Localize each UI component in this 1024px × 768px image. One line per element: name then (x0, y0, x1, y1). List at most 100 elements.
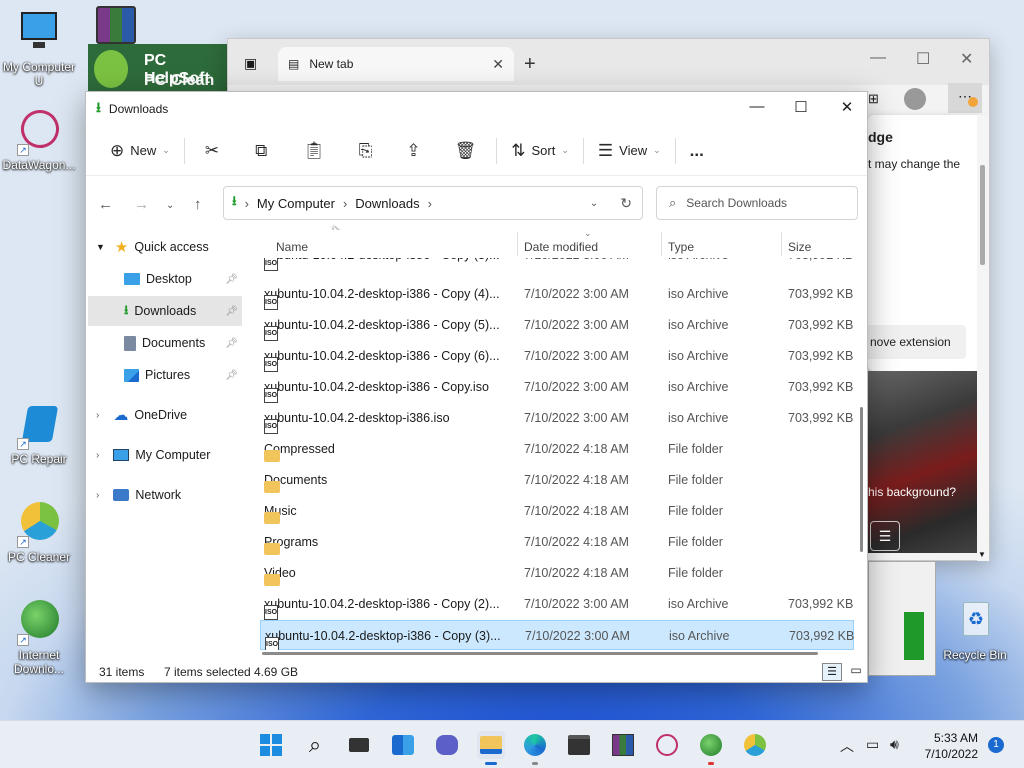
winrar-icon[interactable] (96, 6, 136, 44)
volume-icon[interactable]: 🔊︎ (890, 736, 899, 753)
view-button[interactable]: ☰ View ⌄ (592, 135, 667, 167)
command-bar: ⊕ New ⌄ ✂ ⧉ 📋︎ ⎘ ⇪ 🗑︎ ⇅ Sort ⌄ ☰ View ⌄ ... (86, 126, 867, 176)
desktop-icon-datawagon[interactable]: ↗ DataWagon... (0, 104, 78, 172)
internet-download-taskbar-icon[interactable] (697, 731, 725, 765)
file-row[interactable]: ISO xubuntu-10.04.2-desktop-i386.iso 7/10/… (260, 403, 854, 434)
folder-icon (264, 450, 280, 462)
back-arrow-icon[interactable]: ← (98, 196, 113, 213)
nav-pictures[interactable]: Pictures 📌︎ (88, 360, 242, 390)
delete-button[interactable]: 🗑︎ (449, 135, 483, 167)
menu-icon[interactable]: ☰ (870, 521, 900, 551)
scroll-down-icon[interactable]: ▼ (978, 550, 986, 559)
edge-scrollbar[interactable]: ▼ (977, 115, 989, 561)
file-row[interactable]: ISO xubuntu-10.04.2-desktop-i386 - Copy.i… (260, 372, 854, 403)
file-row[interactable]: Documents 7/10/2022 4:18 AM File folder (260, 465, 854, 495)
collections-icon[interactable]: ⊞ (868, 91, 879, 107)
copy-button[interactable]: ⧉ (249, 135, 273, 167)
refresh-icon[interactable]: ↻ (620, 195, 632, 212)
clock[interactable]: 5:33 AM 7/10/2022 (912, 730, 978, 762)
new-tab-button[interactable]: + (524, 53, 536, 76)
nav-quick-access[interactable]: ▼ ★ Quick access (88, 232, 242, 262)
display-icon[interactable]: ▭ (866, 736, 879, 753)
column-header-date[interactable]: Date modified (524, 240, 598, 254)
widgets-icon[interactable] (389, 731, 417, 759)
horizontal-scrollbar[interactable] (262, 652, 818, 655)
chevron-right-icon[interactable]: › (96, 490, 99, 501)
rename-button[interactable]: ⎘ (353, 135, 379, 167)
file-row[interactable]: ISOxubuntu-10.04.2-desktop-i386 - Copy (… (260, 341, 854, 372)
nav-desktop[interactable]: Desktop 📌︎ (88, 264, 242, 294)
more-options-button[interactable]: ... (684, 135, 710, 167)
desktop-icon-my-computer[interactable]: My Computer U (0, 10, 78, 88)
show-hidden-icons-chevron-icon[interactable]: ︿ (840, 736, 854, 756)
column-header-size[interactable]: Size (788, 240, 811, 254)
maximize-icon[interactable]: ☐ (916, 49, 930, 69)
nav-my-computer[interactable]: › My Computer (88, 440, 242, 470)
teams-chat-icon[interactable] (433, 731, 461, 759)
minimize-icon[interactable]: — (870, 49, 886, 67)
maximize-icon[interactable]: ☐ (778, 98, 824, 116)
vertical-scrollbar[interactable] (856, 232, 866, 652)
share-button[interactable]: ⇪ (400, 135, 426, 167)
sort-button[interactable]: ⇅ Sort ⌄ (505, 135, 575, 167)
file-explorer-taskbar-icon[interactable] (477, 731, 505, 765)
file-row[interactable]: Music 7/10/2022 4:18 AM File folder (260, 496, 854, 526)
desktop-icon-pc-cleaner[interactable]: ↗ PC Cleaner (0, 500, 78, 564)
start-button[interactable] (257, 731, 285, 759)
edge-browser-icon[interactable] (521, 731, 549, 765)
column-header-name[interactable]: Name (276, 240, 308, 254)
close-icon[interactable]: ✕ (960, 49, 973, 69)
search-box[interactable]: ⌕ Search Downloads (656, 186, 858, 220)
column-header-type[interactable]: Type (668, 240, 694, 254)
nav-network[interactable]: › Network (88, 480, 242, 510)
file-row[interactable]: ISOxubuntu-10.04.2-desktop-i386 - Copy (… (260, 589, 854, 620)
cut-button[interactable]: ✂ (199, 135, 225, 167)
file-row[interactable]: ISOxubuntu-10.04.2-desktop-i386 - Copy (… (260, 310, 854, 341)
breadcrumb-my-computer[interactable]: My Computer (257, 196, 335, 211)
file-row[interactable]: Programs 7/10/2022 4:18 AM File folder (260, 527, 854, 557)
close-tab-icon[interactable]: ✕ (492, 56, 504, 73)
nav-onedrive[interactable]: › ☁ OneDrive (88, 400, 242, 430)
address-dropdown-icon[interactable]: ⌄ (590, 198, 598, 209)
address-bar[interactable]: ⭳ › My Computer › Downloads › ⌄ ↻ (223, 186, 643, 220)
breadcrumb-downloads[interactable]: Downloads (355, 196, 419, 211)
nav-label: Downloads (134, 304, 197, 318)
pc-helpsoft-window[interactable]: PC HelpSoft PC Clean (88, 44, 228, 94)
store-icon[interactable] (565, 731, 593, 759)
file-row[interactable]: Video 7/10/2022 4:18 AM File folder (260, 558, 854, 588)
search-input[interactable]: Search Downloads (686, 196, 787, 210)
remove-extension-button[interactable]: nove extension (868, 325, 966, 359)
paste-button[interactable]: 📋︎ (297, 135, 331, 167)
picture-icon (124, 368, 139, 382)
tab-actions-icon[interactable]: ▣ (244, 55, 257, 72)
task-view-icon[interactable] (345, 731, 373, 759)
pc-cleaner-taskbar-icon[interactable] (741, 731, 769, 759)
file-type-cell: iso Archive (668, 380, 729, 394)
edge-tab-new-tab[interactable]: ▤ New tab ✕ (278, 47, 514, 81)
desktop-icon-pc-repair[interactable]: ↗ PC Repair (0, 402, 78, 466)
chevron-right-icon[interactable]: › (96, 410, 99, 421)
nav-downloads[interactable]: ⭳ Downloads 📌︎ (88, 296, 242, 326)
file-explorer-window[interactable]: ⭳ Downloads — ☐ ✕ ⊕ New ⌄ ✂ ⧉ 📋︎ ⎘ ⇪ 🗑︎ ⇅ S… (85, 91, 868, 683)
file-row[interactable]: ISOxubuntu-10.04.2-desktop-i386 - Copy (… (260, 279, 854, 310)
desktop-icon-internet-download[interactable]: ↗ Internet Downlo... (0, 598, 78, 676)
chevron-down-icon[interactable]: ▼ (96, 242, 105, 252)
winrar-taskbar-icon[interactable] (609, 731, 637, 759)
minimize-icon[interactable]: — (734, 98, 780, 115)
desktop-icon-recycle-bin[interactable]: ♻ Recycle Bin (936, 598, 1014, 662)
recent-locations-chevron-icon[interactable]: ⌄ (166, 200, 174, 211)
tiles-view-icon[interactable]: ▭ (848, 663, 864, 681)
file-row[interactable]: Compressed 7/10/2022 4:18 AM File folder (260, 434, 854, 464)
chevron-right-icon[interactable]: › (96, 450, 99, 461)
close-icon[interactable]: ✕ (824, 98, 867, 116)
nav-documents[interactable]: Documents 📌︎ (88, 328, 242, 358)
up-arrow-icon[interactable]: ↑ (194, 196, 202, 213)
profile-avatar[interactable] (904, 88, 926, 110)
forward-arrow-icon[interactable]: → (134, 196, 149, 213)
datawagon-taskbar-icon[interactable] (653, 731, 681, 759)
details-view-icon[interactable]: ☰ (822, 663, 842, 681)
notification-badge[interactable]: 1 (988, 737, 1004, 753)
new-button[interactable]: ⊕ New ⌄ (104, 135, 176, 167)
file-row[interactable]: ISOxubuntu-10.04.2-desktop-i386 - Copy (… (260, 620, 854, 650)
search-icon[interactable]: ⌕ (301, 731, 329, 759)
